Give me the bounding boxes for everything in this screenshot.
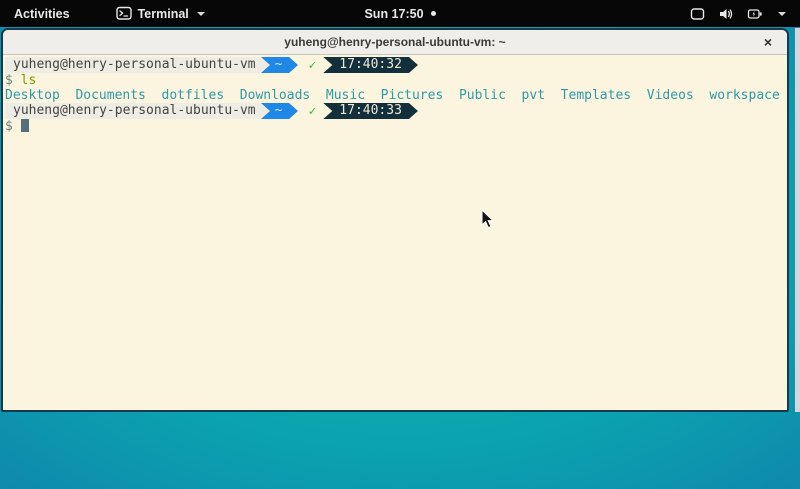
app-menu-label: Terminal <box>138 7 189 21</box>
notification-dot-icon <box>431 11 436 16</box>
chevron-down-icon <box>197 12 205 16</box>
mouse-cursor <box>481 209 495 234</box>
input-line[interactable]: $ <box>5 119 787 134</box>
text-cursor <box>21 119 29 132</box>
powerline-arrow-icon <box>289 57 298 73</box>
prompt-cwd: ~ <box>270 103 290 119</box>
command-text: ls <box>21 73 37 88</box>
ls-item: Templates <box>561 88 631 103</box>
ls-item: Downloads <box>240 88 310 103</box>
app-menu-terminal[interactable]: Terminal <box>110 0 211 27</box>
prompt-line: yuheng@henry-personal-ubuntu-vm ~ ✓ 17:4… <box>5 57 787 73</box>
ls-item: Documents <box>75 88 145 103</box>
chevron-down-icon <box>778 12 786 16</box>
system-status-area[interactable] <box>684 0 792 27</box>
close-icon[interactable]: × <box>764 35 772 49</box>
prompt-time-segment: 17:40:32 <box>323 57 418 73</box>
command-line: $ ls <box>5 73 787 88</box>
powerline-arrow-icon <box>289 103 298 119</box>
ls-item: Videos <box>647 88 694 103</box>
clock-label: Sun 17:50 <box>364 7 423 21</box>
powerline-arrow-icon <box>261 57 270 73</box>
prompt-user-segment: yuheng@henry-personal-ubuntu-vm <box>5 57 261 73</box>
powerline-arrow-icon <box>261 103 270 119</box>
ls-item: Public <box>459 88 506 103</box>
status-check-icon: ✓ <box>308 104 316 119</box>
status-check-icon: ✓ <box>308 58 316 73</box>
ls-item: Pictures <box>381 88 444 103</box>
prompt-user-segment: yuheng@henry-personal-ubuntu-vm <box>5 103 261 119</box>
ls-item: pvt <box>522 88 545 103</box>
window-titlebar[interactable]: yuheng@henry-personal-ubuntu-vm: ~ × <box>3 30 787 55</box>
prompt-cwd-segment: ~ <box>261 103 290 119</box>
activities-button[interactable]: Activities <box>0 0 84 27</box>
ls-item: workspace <box>709 88 779 103</box>
ls-item: Desktop <box>5 88 60 103</box>
battery-charging-icon <box>747 7 763 21</box>
background-window-edge <box>795 28 800 412</box>
display-icon <box>690 7 705 21</box>
prompt-line: yuheng@henry-personal-ubuntu-vm ~ ✓ 17:4… <box>5 103 787 119</box>
prompt-time-segment: 17:40:33 <box>323 103 418 119</box>
terminal-window: yuheng@henry-personal-ubuntu-vm: ~ × yuh… <box>1 28 789 412</box>
ls-item: Music <box>326 88 365 103</box>
terminal-content[interactable]: yuheng@henry-personal-ubuntu-vm ~ ✓ 17:4… <box>3 55 787 410</box>
desktop: { "topbar": { "activities_label": "Activ… <box>0 0 800 489</box>
top-bar: Activities Terminal Sun 17:50 <box>0 0 800 27</box>
ls-item: dotfiles <box>162 88 225 103</box>
prompt-cwd-segment: ~ <box>261 57 290 73</box>
window-title: yuheng@henry-personal-ubuntu-vm: ~ <box>284 35 505 49</box>
prompt-symbol: $ <box>5 73 13 88</box>
terminal-icon <box>116 6 132 21</box>
volume-icon <box>718 7 734 21</box>
prompt-symbol: $ <box>5 119 13 134</box>
clock-button[interactable]: Sun 17:50 <box>364 7 435 21</box>
prompt-cwd: ~ <box>270 57 290 73</box>
ls-output-line: Desktop Documents dotfiles Downloads Music Pi… <box>5 88 787 103</box>
